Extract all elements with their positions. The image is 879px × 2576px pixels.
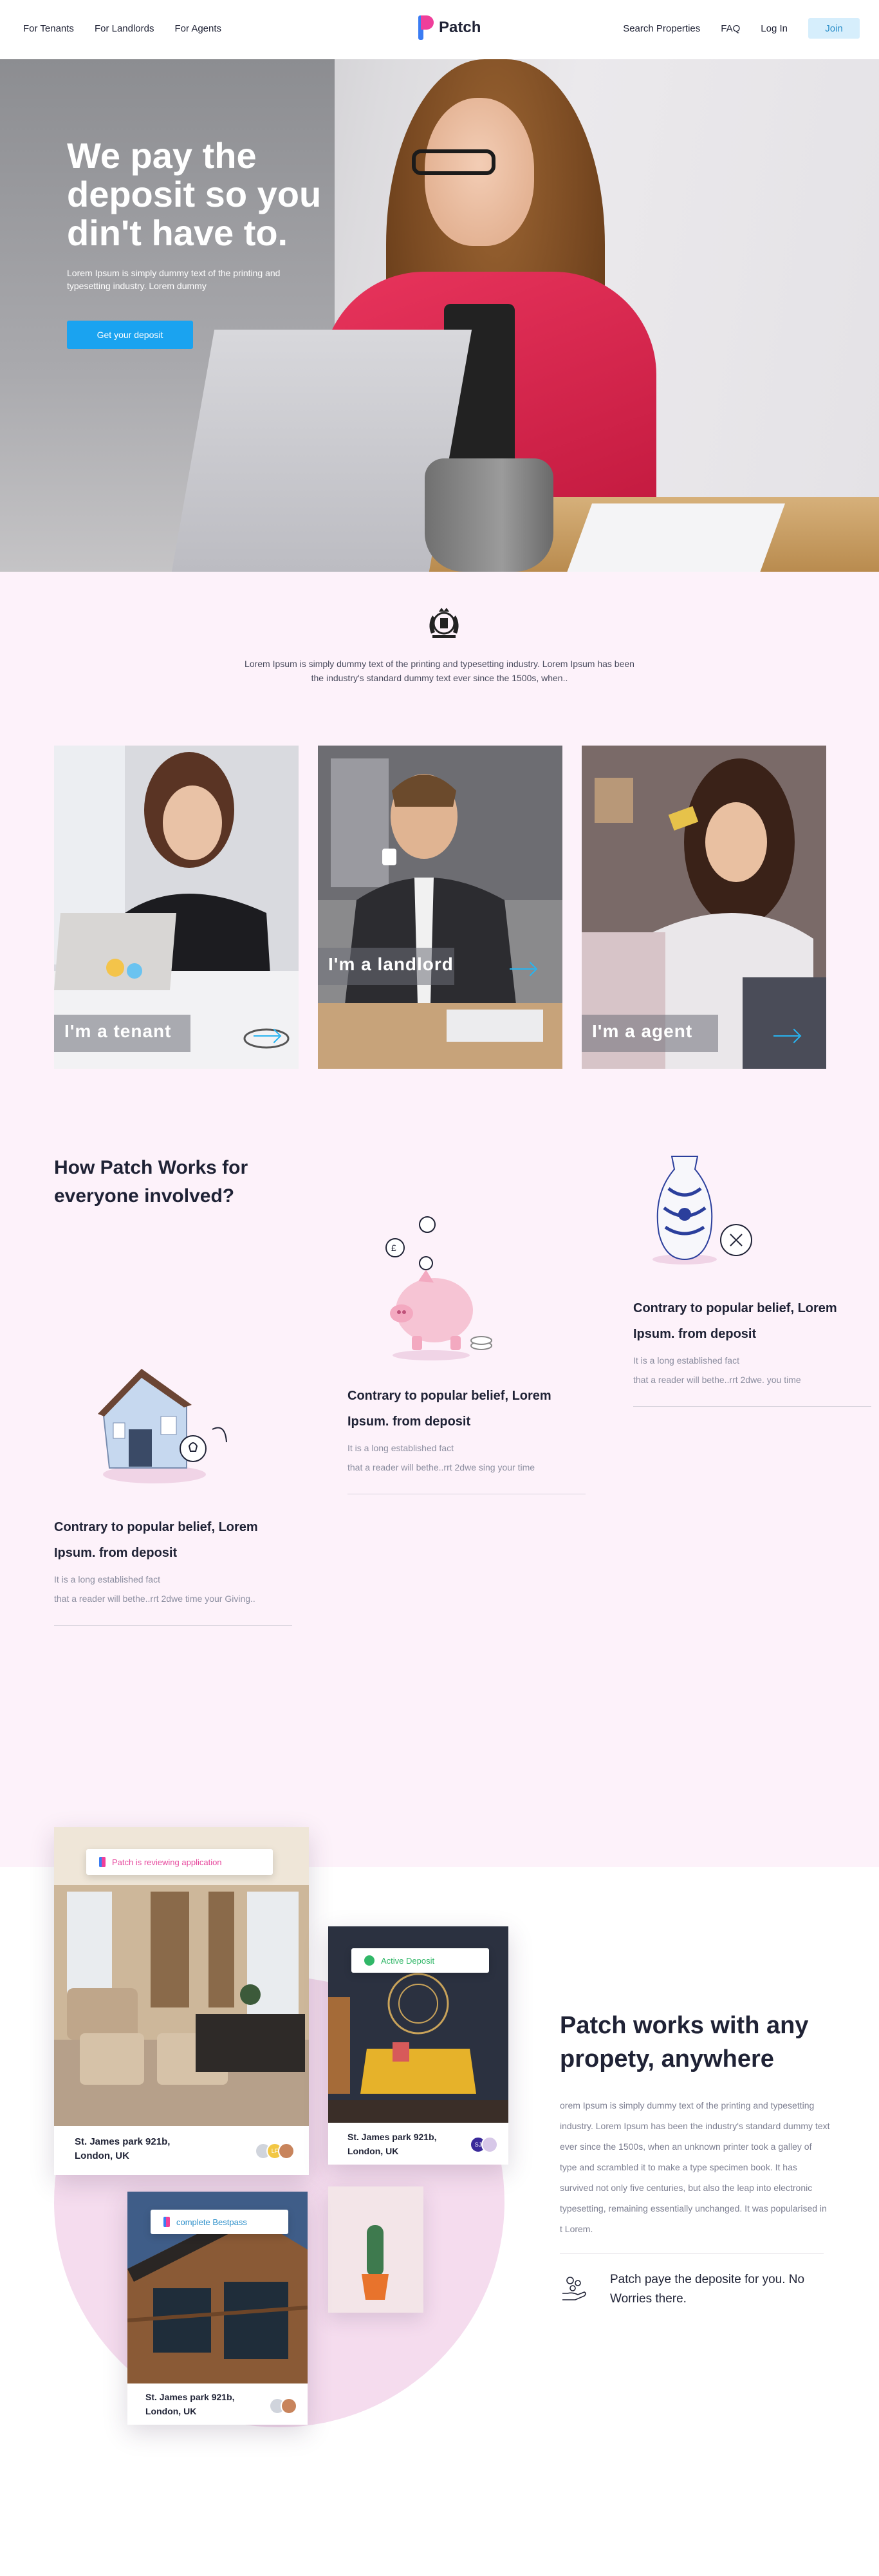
avatar-group: SJ: [470, 2136, 498, 2153]
status-badge: complete Bestpass: [151, 2210, 288, 2234]
hero-title: We pay the deposit so you din't have to.: [67, 135, 322, 253]
feature-item: Contrary to popular belief, Lorem Ipsum.…: [54, 1514, 292, 1626]
nav-link-search-properties[interactable]: Search Properties: [623, 23, 700, 34]
badge-text: Active Deposit: [381, 1955, 435, 1966]
feature-title: Contrary to popular belief, Lorem Ipsum.…: [633, 1301, 837, 1341]
arrow-right-icon: [510, 968, 535, 970]
vase-icon: [652, 1156, 752, 1264]
divider: [560, 2253, 824, 2254]
avatar-group: LF: [255, 2143, 295, 2159]
property-address: St. James park 921b, London, UK: [347, 2132, 437, 2156]
property-card[interactable]: complete Bestpass St. James park 921b, L…: [127, 2192, 308, 2425]
svg-text:£: £: [391, 1243, 396, 1253]
feature-description: It is a long established fact that a rea…: [54, 1574, 255, 1604]
status-badge: Patch is reviewing application: [86, 1849, 273, 1875]
nav-link-landlords[interactable]: For Landlords: [95, 23, 154, 34]
nav-link-faq[interactable]: FAQ: [721, 23, 740, 34]
house-icon: [98, 1369, 227, 1483]
nav-link-tenants[interactable]: For Tenants: [23, 23, 74, 34]
role-label-landlord: I'm a landlord: [328, 954, 454, 974]
badge-text: Patch is reviewing application: [112, 1857, 222, 1867]
feature-description: It is a long established fact that a rea…: [633, 1355, 801, 1385]
feature-item: Contrary to popular belief, Lorem Ipsum.…: [347, 1383, 586, 1494]
feature-title: Contrary to popular belief, Lorem Ipsum.…: [347, 1389, 551, 1429]
role-card-landlord[interactable]: I'm a landlord: [318, 746, 562, 1069]
landlord-photo: [318, 746, 562, 1069]
property-section-title: Patch works with any propety, anywhere: [560, 2012, 809, 2073]
royal-crest-icon: [429, 608, 459, 638]
badge-text: complete Bestpass: [176, 2217, 247, 2227]
role-card-agent[interactable]: I'm a agent: [582, 746, 826, 1069]
hero-subtitle: Lorem Ipsum is simply dummy text of the …: [67, 268, 281, 291]
piggy-bank-icon: £: [385, 1216, 492, 1360]
property-address: St. James park 921b, London, UK: [145, 2392, 235, 2416]
divider: [633, 1406, 871, 1407]
patch-logo-icon: [163, 2217, 170, 2227]
account-nav: Search Properties FAQ Log In Join: [623, 18, 860, 39]
property-card[interactable]: Active Deposit St. James park 921b, Lond…: [328, 1926, 508, 2165]
hand-coins-icon: [562, 2277, 586, 2300]
avatar: [481, 2136, 498, 2153]
decor-card: [328, 2186, 423, 2313]
divider: [54, 1625, 292, 1626]
property-feature-text: Patch paye the deposite for you. No Worr…: [610, 2273, 805, 2306]
avatar-group: [269, 2398, 297, 2414]
get-deposit-button[interactable]: Get your deposit: [67, 321, 193, 349]
cactus-photo: [328, 2186, 423, 2313]
brand-name: Patch: [439, 19, 481, 36]
role-card-tenant[interactable]: I'm a tenant: [54, 746, 299, 1069]
avatar: [281, 2398, 297, 2414]
nav-link-agents[interactable]: For Agents: [175, 23, 222, 34]
feature-item: Contrary to popular belief, Lorem Ipsum.…: [633, 1295, 871, 1407]
top-navigation: For Tenants For Landlords For Agents Pat…: [0, 0, 879, 59]
role-label-agent: I'm a agent: [592, 1021, 693, 1041]
status-badge: Active Deposit: [351, 1948, 489, 1973]
feature-description: It is a long established fact that a rea…: [347, 1443, 535, 1472]
how-it-works-title: How Patch Works for everyone involved?: [54, 1157, 248, 1207]
brand-logo[interactable]: Patch: [418, 15, 481, 40]
role-label-tenant: I'm a tenant: [64, 1021, 172, 1041]
feature-title: Contrary to popular belief, Lorem Ipsum.…: [54, 1520, 258, 1560]
arrow-right-icon: [773, 1035, 799, 1037]
check-circle-icon: [364, 1955, 375, 1966]
avatar: [278, 2143, 295, 2159]
patch-logo-icon: [99, 1857, 106, 1867]
join-button[interactable]: Join: [808, 18, 860, 39]
patch-logo-icon: [418, 15, 434, 40]
nav-link-login[interactable]: Log In: [761, 23, 788, 34]
intro-text: Lorem Ipsum is simply dummy text of the …: [245, 659, 634, 683]
property-address: St. James park 921b, London, UK: [75, 2136, 171, 2161]
arrow-right-icon: [254, 1035, 279, 1037]
audience-nav: For Tenants For Landlords For Agents: [23, 23, 221, 34]
property-card[interactable]: Patch is reviewing application St. James…: [54, 1827, 309, 2175]
property-section-body: orem Ipsum is simply dummy text of the p…: [560, 2100, 830, 2234]
